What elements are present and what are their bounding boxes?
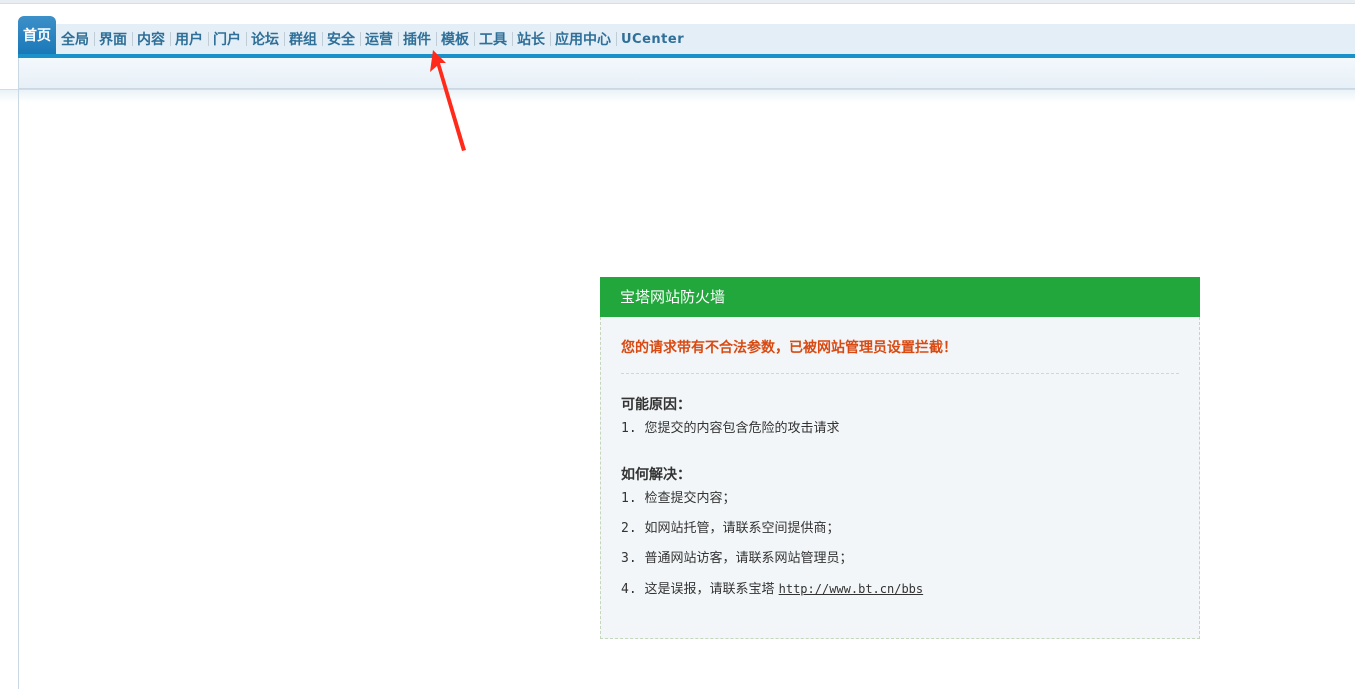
firewall-alert: 您的请求带有不合法参数，已被网站管理员设置拦截！ xyxy=(621,317,1179,374)
list-text: 检查提交内容； xyxy=(644,491,736,506)
firewall-panel: 宝塔网站防火墙 您的请求带有不合法参数，已被网站管理员设置拦截！ 可能原因： 1… xyxy=(600,277,1200,639)
list-text: 普通网站访客，请联系网站管理员； xyxy=(644,551,853,566)
list-item: 4. 这是误报，请联系宝塔 http://www.bt.cn/bbs xyxy=(621,574,1179,604)
list-number: 4. xyxy=(621,582,637,597)
list-number: 2. xyxy=(621,521,637,536)
firewall-title: 宝塔网站防火墙 xyxy=(600,277,1200,317)
solutions-heading: 如何解决： xyxy=(621,467,691,483)
list-number: 1. xyxy=(621,421,637,436)
list-number: 1. xyxy=(621,491,637,506)
bt-forum-link[interactable]: http://www.bt.cn/bbs xyxy=(779,582,924,596)
list-item: 2. 如网站托管，请联系空间提供商； xyxy=(621,514,1179,544)
list-text: 这是误报，请联系宝塔 xyxy=(644,582,779,597)
list-item: 1. 您提交的内容包含危险的攻击请求 xyxy=(621,414,1179,444)
list-item: 1. 检查提交内容； xyxy=(621,484,1179,514)
reasons-heading: 可能原因： xyxy=(621,397,691,413)
list-item: 3. 普通网站访客，请联系网站管理员； xyxy=(621,544,1179,574)
list-number: 3. xyxy=(621,551,637,566)
list-text: 您提交的内容包含危险的攻击请求 xyxy=(644,421,840,436)
solutions-list: 1. 检查提交内容； 2. 如网站托管，请联系空间提供商； 3. 普通网站访客，… xyxy=(621,484,1179,604)
firewall-body: 您的请求带有不合法参数，已被网站管理员设置拦截！ 可能原因： 1. 您提交的内容… xyxy=(600,317,1200,639)
list-text: 如网站托管，请联系空间提供商； xyxy=(644,521,840,536)
reasons-list: 1. 您提交的内容包含危险的攻击请求 xyxy=(621,414,1179,444)
